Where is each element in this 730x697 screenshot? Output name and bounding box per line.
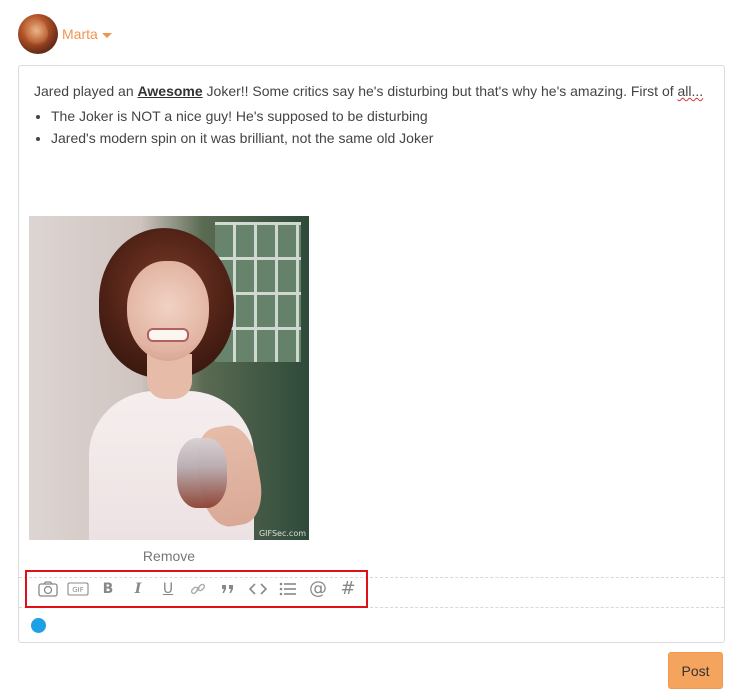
- hashtag-icon[interactable]: #: [333, 576, 363, 602]
- gif-watermark: GIFSec.com: [258, 529, 306, 538]
- user-header: Marta: [18, 14, 112, 54]
- camera-icon[interactable]: [33, 576, 63, 602]
- mention-icon[interactable]: @: [303, 576, 333, 602]
- bold-icon[interactable]: B: [93, 576, 123, 602]
- chevron-down-icon: [101, 32, 112, 38]
- post-intro: Jared played an Awesome Joker!! Some cri…: [34, 83, 704, 99]
- user-menu-toggle[interactable]: Marta: [62, 26, 112, 42]
- post-editor[interactable]: Jared played an Awesome Joker!! Some cri…: [18, 65, 725, 643]
- bold-text: Awesome: [137, 83, 203, 99]
- gif-image: GIFSec.com: [29, 216, 309, 540]
- post-button[interactable]: Post: [668, 652, 723, 689]
- status-indicator: [31, 618, 46, 633]
- gif-attachment: GIFSec.com: [29, 216, 309, 540]
- list-item: The Joker is NOT a nice guy! He's suppos…: [51, 105, 704, 127]
- misspelled-word[interactable]: all...: [678, 83, 704, 99]
- code-icon[interactable]: [243, 576, 273, 602]
- editor-content[interactable]: Jared played an Awesome Joker!! Some cri…: [34, 80, 704, 149]
- formatting-toolbar: GIF B I U @ #: [25, 570, 368, 608]
- list-icon[interactable]: [273, 576, 303, 602]
- list-item: Jared's modern spin on it was brilliant,…: [51, 127, 704, 149]
- user-avatar[interactable]: [18, 14, 58, 54]
- bullet-list: The Joker is NOT a nice guy! He's suppos…: [51, 105, 704, 149]
- italic-icon[interactable]: I: [123, 576, 153, 602]
- quote-icon[interactable]: [213, 576, 243, 602]
- user-name: Marta: [62, 26, 98, 42]
- svg-text:GIF: GIF: [72, 586, 84, 594]
- remove-attachment-link[interactable]: Remove: [29, 548, 309, 564]
- link-icon[interactable]: [183, 576, 213, 602]
- gif-icon[interactable]: GIF: [63, 576, 93, 602]
- underline-icon[interactable]: U: [153, 576, 183, 602]
